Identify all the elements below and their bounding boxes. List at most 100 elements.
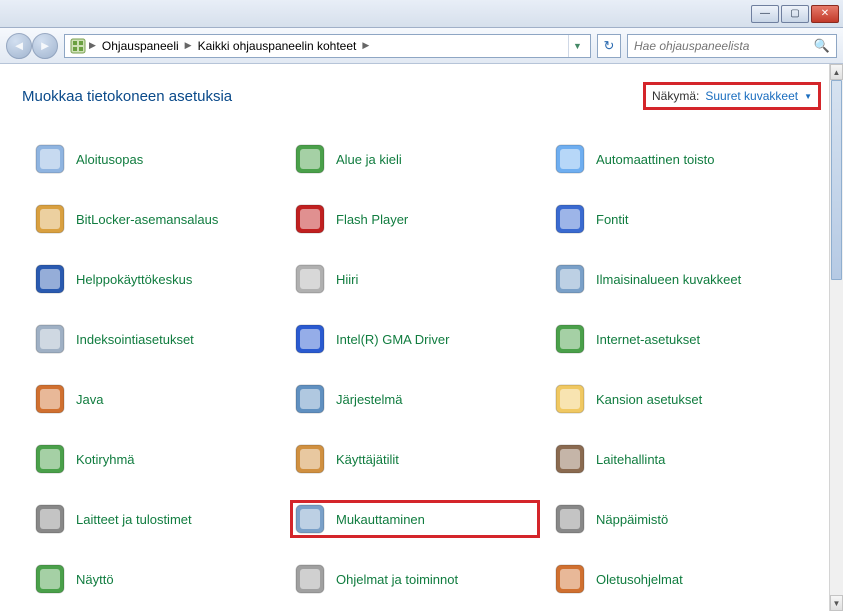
arrow-left-icon: ◄ [13, 38, 26, 53]
item-label: Näppäimistö [596, 512, 668, 527]
chevron-right-icon: ▶ [87, 40, 98, 51]
default-programs-icon [554, 563, 586, 595]
page-header: Muokkaa tietokoneen asetuksia Näkymä: Su… [0, 64, 843, 122]
control-panel-item[interactable]: Oletusohjelmat [550, 560, 800, 598]
control-panel-item[interactable]: Indeksointiasetukset [30, 320, 280, 358]
view-value: Suuret kuvakkeet [705, 89, 798, 103]
bitlocker-icon [34, 203, 66, 235]
item-label: Intel(R) GMA Driver [336, 332, 449, 347]
control-panel-item[interactable]: Helppokäyttökeskus [30, 260, 280, 298]
item-label: Internet-asetukset [596, 332, 700, 347]
address-bar[interactable]: ▶ Ohjauspaneeli ▶ Kaikki ohjauspaneelin … [64, 34, 591, 58]
item-label: BitLocker-asemansalaus [76, 212, 218, 227]
control-panel-item[interactable]: BitLocker-asemansalaus [30, 200, 280, 238]
chevron-right-icon: ▶ [360, 40, 371, 51]
control-panel-item[interactable]: Fontit [550, 200, 800, 238]
display-icon [34, 563, 66, 595]
address-dropdown[interactable]: ▼ [568, 35, 586, 57]
control-panel-item[interactable]: Intel(R) GMA Driver [290, 320, 540, 358]
item-label: Näyttö [76, 572, 114, 587]
refresh-button[interactable]: ↻ [597, 34, 621, 58]
item-label: Laitteet ja tulostimet [76, 512, 192, 527]
notification-area-icon [554, 263, 586, 295]
breadcrumb-part[interactable]: Kaikki ohjauspaneelin kohteet [194, 39, 361, 53]
flash-player-icon [294, 203, 326, 235]
search-input[interactable] [634, 39, 814, 53]
fonts-icon [554, 203, 586, 235]
item-label: Mukauttaminen [336, 512, 425, 527]
vertical-scrollbar[interactable]: ▲ ▼ [829, 64, 843, 611]
scroll-down-button[interactable]: ▼ [830, 595, 843, 611]
item-label: Flash Player [336, 212, 408, 227]
item-label: Fontit [596, 212, 629, 227]
item-label: Hiiri [336, 272, 358, 287]
programs-features-icon [294, 563, 326, 595]
system-icon [294, 383, 326, 415]
chevron-right-icon: ▶ [183, 40, 194, 51]
indexing-icon [34, 323, 66, 355]
item-label: Helppokäyttökeskus [76, 272, 192, 287]
item-label: Indeksointiasetukset [76, 332, 194, 347]
control-panel-item[interactable]: Ilmaisinalueen kuvakkeet [550, 260, 800, 298]
devices-printers-icon [34, 503, 66, 535]
control-panel-item[interactable]: Hiiri [290, 260, 540, 298]
nav-history-buttons: ◄ ► [6, 33, 58, 59]
chevron-down-icon: ▼ [804, 92, 812, 101]
personalization-icon [294, 503, 326, 535]
breadcrumb-part[interactable]: Ohjauspaneeli [98, 39, 183, 53]
forward-button[interactable]: ► [32, 33, 58, 59]
scroll-track[interactable] [830, 80, 843, 595]
scroll-up-button[interactable]: ▲ [830, 64, 843, 80]
item-label: Aloitusopas [76, 152, 143, 167]
item-label: Ilmaisinalueen kuvakkeet [596, 272, 741, 287]
item-label: Kotiryhmä [76, 452, 135, 467]
control-panel-item[interactable]: Näppäimistö [550, 500, 800, 538]
control-panel-item[interactable]: Internet-asetukset [550, 320, 800, 358]
device-manager-icon [554, 443, 586, 475]
control-panel-item[interactable]: Automaattinen toisto [550, 140, 800, 178]
view-label: Näkymä: [652, 89, 699, 103]
control-panel-item[interactable]: Ohjelmat ja toiminnot [290, 560, 540, 598]
intel-gma-icon [294, 323, 326, 355]
control-panel-item[interactable]: Kansion asetukset [550, 380, 800, 418]
mouse-icon [294, 263, 326, 295]
view-selector[interactable]: Näkymä: Suuret kuvakkeet ▼ [643, 82, 821, 110]
control-panel-item[interactable]: Java [30, 380, 280, 418]
control-panel-item[interactable]: Käyttäjätilit [290, 440, 540, 478]
item-label: Kansion asetukset [596, 392, 702, 407]
close-button[interactable]: ✕ [811, 5, 839, 23]
items-grid: Aloitusopas Alue ja kieli Automaattinen to… [30, 140, 819, 611]
autoplay-icon [554, 143, 586, 175]
control-panel-item[interactable]: Laitteet ja tulostimet [30, 500, 280, 538]
search-box[interactable]: 🔍 [627, 34, 837, 58]
control-panel-item[interactable]: Kotiryhmä [30, 440, 280, 478]
control-panel-item[interactable]: Alue ja kieli [290, 140, 540, 178]
item-label: Käyttäjätilit [336, 452, 399, 467]
page-title: Muokkaa tietokoneen asetuksia [22, 88, 232, 105]
maximize-button[interactable]: ▢ [781, 5, 809, 23]
user-accounts-icon [294, 443, 326, 475]
minimize-button[interactable]: — [751, 5, 779, 23]
search-icon: 🔍 [814, 38, 830, 54]
titlebar: — ▢ ✕ [0, 0, 843, 28]
refresh-icon: ↻ [604, 38, 615, 54]
content-area: Aloitusopas Alue ja kieli Automaattinen to… [0, 120, 829, 611]
getting-started-icon [34, 143, 66, 175]
control-panel-item[interactable]: Aloitusopas [30, 140, 280, 178]
item-label: Automaattinen toisto [596, 152, 715, 167]
java-icon [34, 383, 66, 415]
homegroup-icon [34, 443, 66, 475]
control-panel-item[interactable]: Laitehallinta [550, 440, 800, 478]
keyboard-icon [554, 503, 586, 535]
region-language-icon [294, 143, 326, 175]
control-panel-item[interactable]: Näyttö [30, 560, 280, 598]
back-button[interactable]: ◄ [6, 33, 32, 59]
item-label: Laitehallinta [596, 452, 665, 467]
control-panel-icon [69, 37, 87, 55]
item-label: Oletusohjelmat [596, 572, 683, 587]
control-panel-item[interactable]: Järjestelmä [290, 380, 540, 418]
control-panel-item[interactable]: Mukauttaminen [290, 500, 540, 538]
scroll-thumb[interactable] [831, 80, 842, 280]
navigation-bar: ◄ ► ▶ Ohjauspaneeli ▶ Kaikki ohjauspanee… [0, 28, 843, 64]
control-panel-item[interactable]: Flash Player [290, 200, 540, 238]
